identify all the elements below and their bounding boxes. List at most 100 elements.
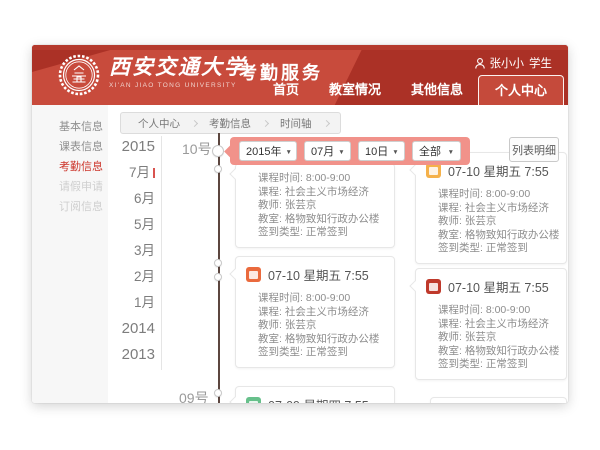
card-date-title: 07-09 星期四 7:55 xyxy=(268,395,369,403)
breadcrumb-segment[interactable]: 考勤信息 xyxy=(200,116,260,131)
timeline-nav-divider xyxy=(161,136,162,370)
chevron-right-icon xyxy=(191,119,198,126)
card-fields: 课程时间: 8:00-9:00课程: 社会主义市场经济教师: 张芸京教室: 格物… xyxy=(236,164,394,247)
timeline-node xyxy=(214,389,222,397)
caret-down-icon xyxy=(281,145,291,157)
timeline-year-month-nav: 20157月6月5月3月2月1月20142013 xyxy=(117,134,155,368)
card-field-课程: 课程: 社会主义市场经济 xyxy=(258,186,386,200)
sidebar-item-link[interactable]: 基本信息 xyxy=(32,117,108,137)
timeline-nav-item[interactable]: 2014 xyxy=(117,316,155,342)
nav-item-label: 其他信息 xyxy=(411,82,463,97)
sidebar-item-active[interactable]: 考勤信息 xyxy=(32,157,108,177)
attendance-card xyxy=(430,397,567,403)
nav-item-label: 教室情况 xyxy=(329,82,381,97)
sidebar-item-link[interactable]: 课表信息 xyxy=(32,137,108,157)
card-field-教室: 教室: 格物致知行政办公楼 xyxy=(258,213,386,227)
sidebar-item-link[interactable]: 请假申请 xyxy=(32,177,108,197)
card-field-教师: 教师: 张芸京 xyxy=(438,331,558,345)
timeline-nav-item[interactable]: 7月 xyxy=(117,160,155,186)
card-field-教师: 教师: 张芸京 xyxy=(258,319,386,333)
user-name: 张小小 xyxy=(490,55,525,71)
breadcrumb-segment[interactable]: 时间轴 xyxy=(271,116,321,131)
card-field-课程时间: 课程时间: 8:00-9:00 xyxy=(438,188,558,202)
breadcrumb-segment[interactable]: 个人中心 xyxy=(129,116,189,131)
card-field-签到类型: 签到类型: 正常签到 xyxy=(258,226,386,240)
filter-bar-arrow xyxy=(224,145,237,158)
nav-item[interactable]: 其他信息 xyxy=(396,75,478,105)
card-field-课程时间: 课程时间: 8:00-9:00 xyxy=(258,172,386,186)
timeline-nav-item[interactable]: 2013 xyxy=(117,342,155,368)
card-header: 07-10 星期五 7:55 xyxy=(416,269,566,298)
university-logo-icon xyxy=(58,54,100,96)
timeline-nav-item[interactable]: 2月 xyxy=(117,264,155,290)
attendance-app-page: 西安交通大学 XI'AN JIAO TONG UNIVERSITY 考勤服务 张… xyxy=(0,0,600,450)
attendance-card: 07-10 星期五 7:55 课程时间: 8:00-9:00课程: 社会主义市场… xyxy=(415,268,567,380)
card-field-课程: 课程: 社会主义市场经济 xyxy=(438,202,558,216)
timeline-nav-item[interactable]: 3月 xyxy=(117,238,155,264)
chevron-right-icon xyxy=(322,119,329,126)
day-marker-10: 10号 xyxy=(182,139,212,159)
card-field-教室: 教室: 格物致知行政办公楼 xyxy=(258,333,386,347)
nav-tab-active[interactable]: 个人中心 xyxy=(478,75,564,105)
nav-item[interactable]: 教室情况 xyxy=(314,75,396,105)
main-nav: 首页 教室情况 其他信息 个人中心 xyxy=(258,75,564,105)
timeline-nav-item[interactable]: 5月 xyxy=(117,212,155,238)
day-select-value: 10日 xyxy=(365,143,388,159)
card-header: 07-09 星期四 7:55 xyxy=(236,387,394,403)
card-date-title: 07-10 星期五 7:55 xyxy=(268,265,369,284)
caret-down-icon xyxy=(388,145,398,157)
signin-stamp-red-icon xyxy=(426,279,441,294)
signin-calendar-orange-icon xyxy=(246,267,261,282)
nav-item-label: 首页 xyxy=(273,82,299,97)
nav-item[interactable]: 首页 xyxy=(258,75,314,105)
day-select[interactable]: 10日 xyxy=(358,141,405,161)
list-detail-button[interactable]: 列表明细 xyxy=(509,137,559,162)
chevron-right-icon xyxy=(262,119,269,126)
breadcrumb: 个人中心 考勤信息 时间轴 xyxy=(120,112,341,134)
card-field-教室: 教室: 格物致知行政办公楼 xyxy=(438,345,558,359)
month-select[interactable]: 07月 xyxy=(304,141,351,161)
card-field-教师: 教师: 张芸京 xyxy=(438,215,558,229)
app-header: 西安交通大学 XI'AN JIAO TONG UNIVERSITY 考勤服务 张… xyxy=(32,45,568,105)
card-field-签到类型: 签到类型: 正常签到 xyxy=(438,242,558,256)
university-name-block: 西安交通大学 XI'AN JIAO TONG UNIVERSITY xyxy=(109,55,247,89)
year-select-value: 2015年 xyxy=(246,143,281,159)
signin-calendar-yellow-icon xyxy=(426,163,441,178)
caret-down-icon xyxy=(334,145,344,157)
card-field-签到类型: 签到类型: 正常签到 xyxy=(258,346,386,360)
caret-down-icon xyxy=(444,145,454,157)
attendance-card: 07-09 星期四 7:55 xyxy=(235,386,395,403)
timeline-node xyxy=(214,259,222,267)
app-window: 西安交通大学 XI'AN JIAO TONG UNIVERSITY 考勤服务 张… xyxy=(32,45,568,403)
attendance-card: 07-10 星期五 7:55 课程时间: 8:00-9:00课程: 社会主义市场… xyxy=(415,152,567,264)
timeline-nav-item[interactable]: 1月 xyxy=(117,290,155,316)
card-field-课程时间: 课程时间: 8:00-9:00 xyxy=(258,292,386,306)
card-field-课程: 课程: 社会主义市场经济 xyxy=(438,318,558,332)
day-marker-09: 09号 xyxy=(179,388,209,403)
date-filter-bar: 2015年 07月 10日 全部 xyxy=(230,137,470,165)
card-fields xyxy=(431,398,566,403)
card-field-教室: 教室: 格物致知行政办公楼 xyxy=(438,229,558,243)
timeline-nav-item[interactable]: 6月 xyxy=(117,186,155,212)
attendance-card: 07-10 星期五 7:55 课程时间: 8:00-9:00课程: 社会主义市场… xyxy=(235,256,395,368)
university-name-en: XI'AN JIAO TONG UNIVERSITY xyxy=(109,82,247,89)
timeline-nav-item[interactable]: 2015 xyxy=(117,134,155,160)
timeline-node xyxy=(212,145,224,157)
sidebar: 基本信息课表信息考勤信息请假申请订阅信息 xyxy=(32,105,108,403)
type-select[interactable]: 全部 xyxy=(412,141,461,161)
card-fields: 课程时间: 8:00-9:00课程: 社会主义市场经济教师: 张芸京教室: 格物… xyxy=(416,182,566,263)
user-info[interactable]: 张小小 学生 xyxy=(475,55,553,71)
card-date-title: 07-10 星期五 7:55 xyxy=(448,277,549,296)
card-field-课程时间: 课程时间: 8:00-9:00 xyxy=(438,304,558,318)
card-field-教师: 教师: 张芸京 xyxy=(258,199,386,213)
type-select-value: 全部 xyxy=(419,143,441,159)
content-area: 基本信息课表信息考勤信息请假申请订阅信息 个人中心 考勤信息 时间轴 20157… xyxy=(32,105,568,403)
nav-item-label: 个人中心 xyxy=(495,83,547,98)
timeline-node xyxy=(214,165,222,173)
person-icon xyxy=(475,58,485,69)
university-name-cn: 西安交通大学 xyxy=(109,55,247,80)
signin-calendar-green-icon xyxy=(246,397,261,403)
year-select[interactable]: 2015年 xyxy=(239,141,297,161)
card-field-课程: 课程: 社会主义市场经济 xyxy=(258,306,386,320)
sidebar-item-link[interactable]: 订阅信息 xyxy=(32,197,108,217)
